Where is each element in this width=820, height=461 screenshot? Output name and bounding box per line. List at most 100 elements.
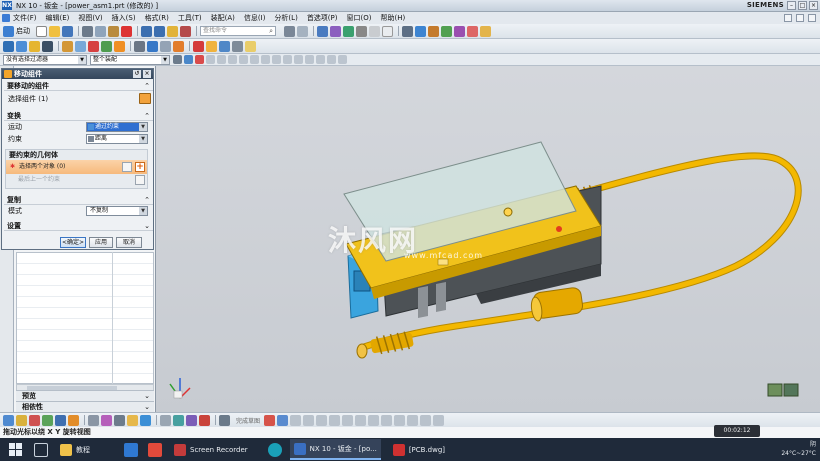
settings-header[interactable]: 设置 ⌄ [4, 221, 153, 231]
chevron-down-icon[interactable]: ⌄ [144, 221, 150, 231]
snap-existing-icon[interactable] [272, 55, 281, 64]
rotate-icon[interactable] [369, 25, 380, 37]
table-icon[interactable] [284, 25, 295, 37]
dimple-icon[interactable] [114, 40, 125, 52]
snap-on-face-icon[interactable] [294, 55, 303, 64]
snap-quadrant-icon[interactable] [261, 55, 270, 64]
quick-extend-icon[interactable] [368, 414, 380, 426]
sheet-metal-icon[interactable] [3, 40, 14, 52]
extend-icon[interactable] [140, 414, 151, 426]
doc-restore-button[interactable] [796, 14, 804, 22]
mirror-icon[interactable] [173, 40, 184, 52]
circle-icon[interactable] [55, 414, 66, 426]
snap-endpoint-icon[interactable] [206, 55, 215, 64]
pattern-icon[interactable] [160, 40, 171, 52]
filter-icon[interactable] [173, 55, 182, 64]
menu-analysis[interactable]: 分析(L) [274, 13, 297, 23]
doc-minimize-button[interactable] [784, 14, 792, 22]
derived-line-icon[interactable] [342, 414, 354, 426]
magic-wand-icon[interactable] [167, 25, 178, 37]
flange-icon[interactable] [29, 40, 40, 52]
layout-icon[interactable] [297, 25, 308, 37]
rectangle-icon[interactable] [68, 414, 79, 426]
windows-start-icon[interactable] [6, 441, 24, 459]
intersection-curve-icon[interactable] [329, 414, 341, 426]
menu-insert[interactable]: 插入(S) [112, 13, 136, 23]
menu-tools[interactable]: 工具(T) [178, 13, 202, 23]
pattern-curve-icon[interactable] [186, 414, 197, 426]
redo-icon[interactable] [154, 25, 165, 37]
cancel-button[interactable]: 取消 [116, 237, 142, 248]
new-file-icon[interactable] [36, 25, 47, 37]
sketch-finish-icon[interactable] [219, 414, 230, 426]
conic-icon[interactable] [303, 414, 315, 426]
snap-on-curve-icon[interactable] [283, 55, 292, 64]
dimension-icon[interactable] [394, 414, 406, 426]
hole-icon[interactable] [134, 40, 145, 52]
tape-icon[interactable] [480, 25, 491, 37]
chevron-up-icon[interactable]: ⌃ [144, 195, 150, 205]
select-component-row[interactable]: 选择组件 (1) [4, 91, 153, 107]
mode-dropdown[interactable]: 不复制 ▼ [86, 206, 148, 216]
snap-control-icon[interactable] [228, 55, 237, 64]
command-finder-icon[interactable] [180, 25, 191, 37]
copy-icon[interactable] [95, 25, 106, 37]
deselect-icon[interactable] [195, 55, 204, 64]
taskbar-item-tutorial[interactable]: 教程 [56, 439, 94, 460]
fillet-icon[interactable] [101, 414, 112, 426]
export-flat-icon[interactable] [219, 40, 230, 52]
orient-view-icon[interactable] [317, 25, 328, 37]
ferrite-bead[interactable] [530, 287, 584, 322]
add-constraint-button[interactable]: + [135, 162, 145, 172]
edge-browser-icon[interactable] [267, 442, 282, 457]
maximize-button[interactable]: □ [798, 1, 807, 10]
graphics-viewport[interactable]: 沐风网 www.mfcad.com [156, 66, 820, 412]
taskbar-item-nx[interactable]: NX 10 - 钣金 - [po... [289, 439, 381, 460]
edit-object-icon[interactable] [454, 25, 465, 37]
chevron-down-icon[interactable]: ▼ [139, 135, 147, 143]
previous-constraint-row[interactable]: 最后上一个约束 [6, 174, 147, 186]
reset-icon[interactable]: ↺ [133, 70, 141, 78]
constraint-icon[interactable] [199, 414, 210, 426]
chevron-down-icon[interactable]: ▼ [139, 207, 147, 215]
offset-icon[interactable] [160, 414, 171, 426]
polygon-icon[interactable] [290, 414, 302, 426]
snap-midpoint-icon[interactable] [217, 55, 226, 64]
menu-view[interactable]: 视图(V) [78, 13, 102, 23]
apply-button[interactable]: 应用 [89, 237, 113, 248]
make-corner-icon[interactable] [381, 414, 393, 426]
sketch-icon[interactable] [3, 414, 14, 426]
louver-icon[interactable] [101, 40, 112, 52]
move-layer-icon[interactable] [428, 25, 439, 37]
copy-header[interactable]: 复制 ⌃ [4, 195, 153, 205]
paste-icon[interactable] [108, 25, 119, 37]
fit-icon[interactable] [343, 25, 354, 37]
quick-trim-icon[interactable] [355, 414, 367, 426]
motion-dropdown[interactable]: 通过约束 ▼ [86, 122, 148, 132]
line-icon[interactable] [29, 414, 40, 426]
undo-icon[interactable] [141, 25, 152, 37]
view-cube[interactable] [767, 383, 799, 397]
delete-icon[interactable] [121, 25, 132, 37]
contour-flange-icon[interactable] [42, 40, 53, 52]
taskbar-item-autocad[interactable]: [PCB.dwg] [389, 439, 449, 460]
mirror-curve-icon[interactable] [173, 414, 184, 426]
chevron-down-icon[interactable]: ▼ [161, 55, 169, 64]
doc-close-button[interactable] [808, 14, 816, 22]
project-curve-icon[interactable] [316, 414, 328, 426]
dependencies-section[interactable]: 相依性 ⌄ [16, 401, 154, 412]
select-component-icon[interactable] [139, 93, 151, 104]
app-red-icon[interactable] [148, 442, 162, 457]
preview-section[interactable]: 预览 ⌄ [16, 390, 154, 401]
select-object-icon[interactable] [122, 162, 132, 172]
arc-icon[interactable] [42, 414, 53, 426]
menu-window[interactable]: 窗口(O) [347, 13, 372, 23]
task-view-icon[interactable] [34, 442, 48, 457]
selection-scope-dropdown[interactable]: 整个装配 ▼ [90, 54, 170, 65]
system-tray[interactable]: 阴 24°C~27°C [781, 440, 816, 458]
type-filter-dropdown[interactable]: 没有选择过滤器 ▼ [3, 54, 87, 65]
snap-tangent-icon[interactable] [316, 55, 325, 64]
previous-constraint-icon[interactable] [135, 175, 145, 185]
unbend-icon[interactable] [75, 40, 86, 52]
dialog-title-bar[interactable]: 移动组件 ↺ × [2, 69, 153, 79]
